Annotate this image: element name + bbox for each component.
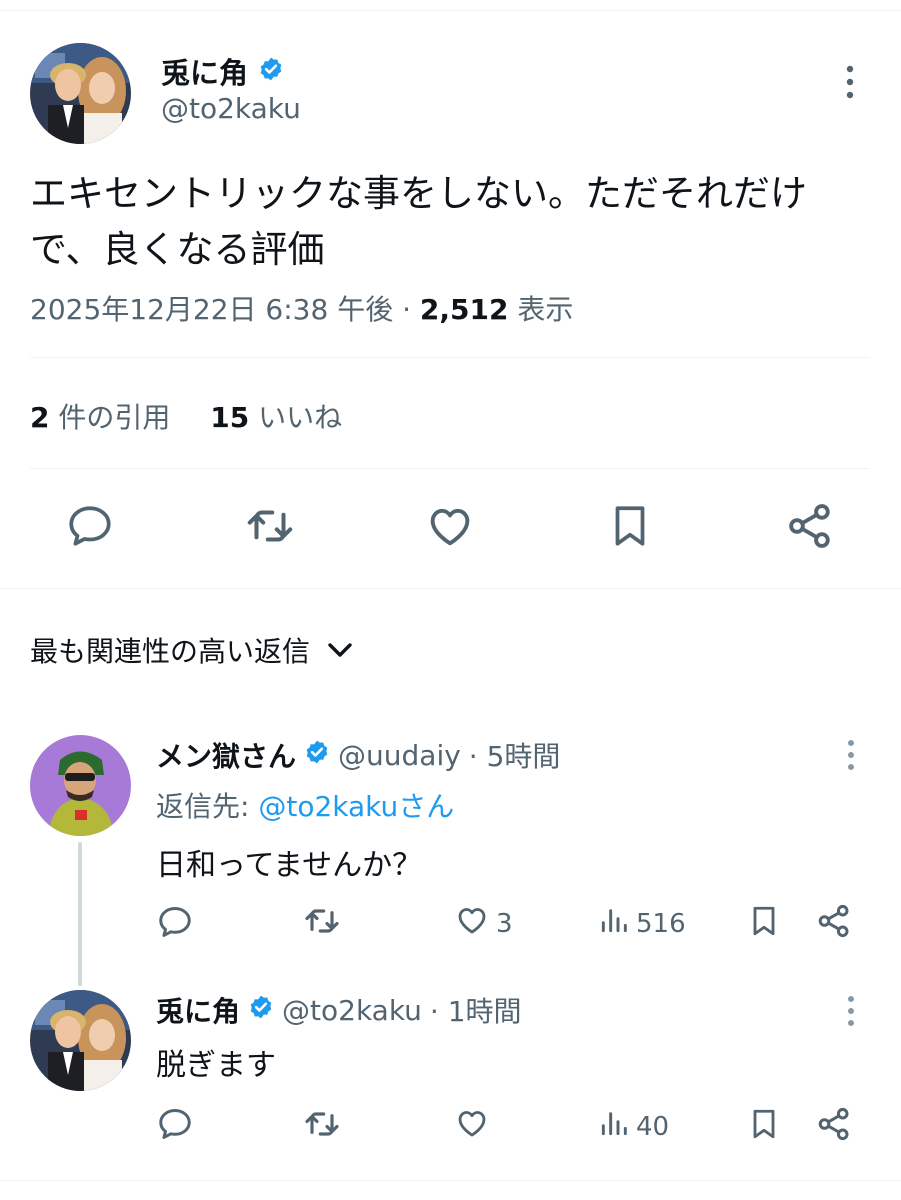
top-divider <box>0 10 901 11</box>
views-label: 表示 <box>517 293 574 326</box>
reply-avatar[interactable] <box>30 735 131 836</box>
views-chart-icon <box>598 902 630 945</box>
like-icon <box>454 1105 490 1148</box>
like-button[interactable] <box>454 1105 490 1148</box>
reply-author-handle[interactable]: @to2kaku <box>282 994 422 1027</box>
reply-header: メン獄さん @uudaiy · 5時間 <box>156 735 560 775</box>
reply-header: 兎に角 @to2kaku · 1時間 <box>156 990 522 1030</box>
reply-author-name[interactable]: 兎に角 <box>156 990 240 1030</box>
reply-author-handle[interactable]: @uudaiy <box>338 739 461 772</box>
likes-count: 15 <box>210 401 250 434</box>
divider <box>0 588 901 589</box>
tweet-meta: 2025年12月22日 6:38 午後 · 2,512 表示 <box>30 288 573 328</box>
retweet-icon <box>302 1104 342 1151</box>
divider <box>30 468 870 469</box>
reply-button[interactable] <box>62 500 118 556</box>
bottom-divider <box>0 1180 901 1181</box>
divider <box>30 357 870 358</box>
like-icon <box>424 500 476 556</box>
bookmark-button[interactable] <box>746 1105 782 1150</box>
timestamp[interactable]: 2025年12月22日 6:38 午後 <box>30 293 393 326</box>
author-name[interactable]: 兎に角 <box>161 50 248 92</box>
bookmark-icon <box>746 1105 782 1150</box>
reply-icon <box>156 903 194 948</box>
author-avatar[interactable] <box>30 43 131 144</box>
share-button[interactable] <box>815 902 853 947</box>
share-button[interactable] <box>782 500 838 556</box>
likes-stat[interactable]: 15 いいね <box>210 401 342 434</box>
like-button[interactable] <box>422 500 478 556</box>
quotes-count: 2 <box>30 401 50 434</box>
reply-time[interactable]: · 5時間 <box>469 735 561 775</box>
reply-text: 日和ってませんか？ <box>156 848 423 883</box>
reply-sort-selector[interactable]: 最も関連性の高い返信 <box>30 630 354 670</box>
author-handle[interactable]: @to2kaku <box>161 92 301 125</box>
sort-label: 最も関連性の高い返信 <box>30 635 311 668</box>
bookmark-button[interactable] <box>746 902 782 947</box>
like-button[interactable]: 3 <box>454 902 513 945</box>
likes-label: いいね <box>258 401 343 434</box>
views-count: 516 <box>636 908 686 939</box>
tweet-text: エキセントリックな事をしない。ただそれだけで、良くなる評価 <box>30 172 807 271</box>
reply-icon <box>156 1105 194 1150</box>
bookmark-button[interactable] <box>602 500 658 556</box>
meta-separator: · <box>402 293 412 326</box>
retweet-button[interactable] <box>302 1104 342 1151</box>
retweet-icon <box>243 499 297 557</box>
views-chart-icon <box>598 1105 630 1148</box>
reply-button[interactable] <box>156 1105 194 1150</box>
reply-to-line: 返信先: @to2kakuさん <box>156 785 454 825</box>
more-options-icon[interactable] <box>838 62 862 102</box>
views-count: 40 <box>636 1111 670 1142</box>
chevron-down-icon <box>326 634 354 667</box>
quotes-label: 件の引用 <box>58 401 171 434</box>
reply-text: 脱ぎます <box>156 1048 276 1083</box>
bookmark-icon <box>746 902 782 947</box>
share-icon <box>815 902 853 947</box>
retweet-button[interactable] <box>242 500 298 556</box>
reply-author-name[interactable]: メン獄さん <box>156 735 296 775</box>
reply-to-link[interactable]: @to2kakuさん <box>258 790 454 823</box>
retweet-icon <box>302 901 342 948</box>
verified-badge-icon <box>248 994 274 1027</box>
like-count: 3 <box>496 908 513 939</box>
views-button[interactable]: 516 <box>598 902 686 945</box>
verified-badge-icon <box>258 56 284 86</box>
reply-avatar[interactable] <box>30 990 131 1091</box>
views-button[interactable]: 40 <box>598 1105 669 1148</box>
reply-icon <box>65 501 115 555</box>
more-options-icon[interactable] <box>840 737 862 773</box>
share-button[interactable] <box>815 1105 853 1150</box>
more-options-icon[interactable] <box>840 993 862 1029</box>
share-icon <box>815 1105 853 1150</box>
engagement-stats: 2 件の引用 15 いいね <box>30 396 342 436</box>
reply-time[interactable]: · 1時間 <box>430 990 522 1030</box>
thread-connector <box>78 842 82 986</box>
retweet-button[interactable] <box>302 901 342 948</box>
reply-to-prefix: 返信先: <box>156 790 259 823</box>
reply-button[interactable] <box>156 903 194 948</box>
views-count: 2,512 <box>419 293 509 326</box>
bookmark-icon <box>605 501 655 555</box>
share-icon <box>784 500 836 556</box>
verified-badge-icon <box>304 739 330 772</box>
like-icon <box>454 902 490 945</box>
quotes-stat[interactable]: 2 件の引用 <box>30 401 170 434</box>
